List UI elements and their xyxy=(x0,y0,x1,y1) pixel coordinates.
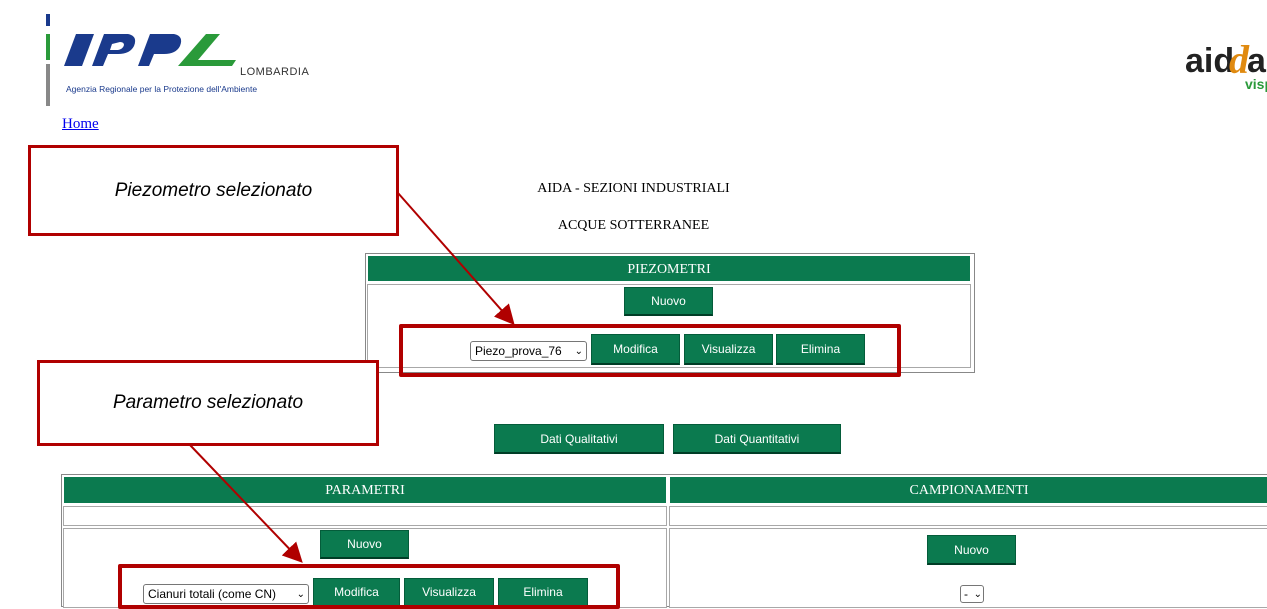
parametro-callout-text: Parametro selezionato xyxy=(112,392,304,413)
parametro-callout-arrow xyxy=(189,444,303,563)
piezometro-callout: Piezometro selezionato xyxy=(28,145,399,236)
parametro-callout: Parametro selezionato xyxy=(37,360,379,446)
piezometro-callout-text: Piezometro selezionato xyxy=(114,179,313,201)
piezometro-callout-arrow xyxy=(397,192,515,325)
callout-arrows xyxy=(189,192,515,563)
